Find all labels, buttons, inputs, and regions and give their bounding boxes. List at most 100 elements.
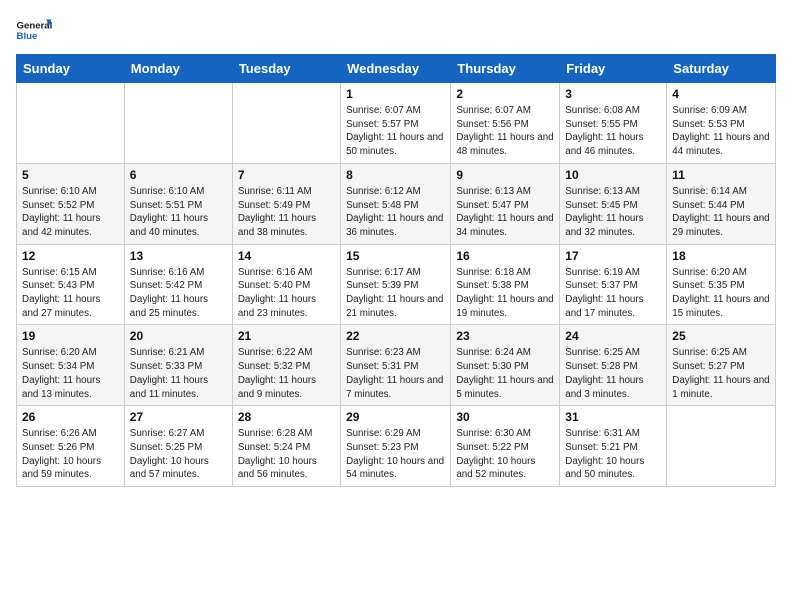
day-info: Sunrise: 6:08 AMSunset: 5:55 PMDaylight:… bbox=[565, 104, 661, 159]
day-info: Sunrise: 6:25 AMSunset: 5:27 PMDaylight:… bbox=[672, 346, 770, 401]
calendar-cell: 20Sunrise: 6:21 AMSunset: 5:33 PMDayligh… bbox=[124, 325, 232, 406]
day-info: Sunrise: 6:07 AMSunset: 5:56 PMDaylight:… bbox=[456, 104, 554, 159]
column-header-friday: Friday bbox=[560, 55, 667, 83]
day-number: 10 bbox=[565, 168, 661, 182]
day-number: 14 bbox=[238, 249, 335, 263]
day-info: Sunrise: 6:31 AMSunset: 5:21 PMDaylight:… bbox=[565, 427, 661, 482]
calendar-cell: 18 Sunrise: 6:20 AMSunset: 5:35 PMDayligh… bbox=[667, 244, 776, 325]
day-info: Sunrise: 6:13 AMSunset: 5:45 PMDaylight:… bbox=[565, 185, 661, 240]
day-info: Sunrise: 6:24 AMSunset: 5:30 PMDaylight:… bbox=[456, 346, 554, 401]
calendar-week-row: 1 Sunrise: 6:07 AMSunset: 5:57 PMDaylight… bbox=[17, 83, 776, 164]
day-number: 5 bbox=[22, 168, 119, 182]
day-info: Sunrise: 6:16 AMSunset: 5:40 PMDaylight:… bbox=[238, 266, 335, 321]
day-info: Sunrise: 6:23 AMSunset: 5:31 PMDaylight:… bbox=[346, 346, 445, 401]
day-number: 13 bbox=[130, 249, 227, 263]
calendar-cell: 14 Sunrise: 6:16 AMSunset: 5:40 PMDayligh… bbox=[232, 244, 340, 325]
day-info: Sunrise: 6:20 AMSunset: 5:35 PMDaylight:… bbox=[672, 266, 770, 321]
day-info: Sunrise: 6:11 AMSunset: 5:49 PMDaylight:… bbox=[238, 185, 335, 240]
calendar-cell bbox=[124, 83, 232, 164]
day-number: 1 bbox=[346, 87, 445, 101]
calendar-cell: 4 Sunrise: 6:09 AMSunset: 5:53 PMDaylight… bbox=[667, 83, 776, 164]
svg-text:General: General bbox=[17, 20, 53, 31]
column-header-tuesday: Tuesday bbox=[232, 55, 340, 83]
calendar-cell: 1 Sunrise: 6:07 AMSunset: 5:57 PMDaylight… bbox=[341, 83, 451, 164]
calendar-cell: 7 Sunrise: 6:11 AMSunset: 5:49 PMDaylight… bbox=[232, 163, 340, 244]
column-header-sunday: Sunday bbox=[17, 55, 125, 83]
day-number: 22 bbox=[346, 329, 445, 343]
day-info: Sunrise: 6:18 AMSunset: 5:38 PMDaylight:… bbox=[456, 266, 554, 321]
day-info: Sunrise: 6:12 AMSunset: 5:48 PMDaylight:… bbox=[346, 185, 445, 240]
calendar-cell bbox=[667, 406, 776, 487]
day-number: 31 bbox=[565, 410, 661, 424]
calendar-cell bbox=[232, 83, 340, 164]
day-info: Sunrise: 6:10 AMSunset: 5:52 PMDaylight:… bbox=[22, 185, 119, 240]
day-number: 9 bbox=[456, 168, 554, 182]
calendar-cell: 10 Sunrise: 6:13 AMSunset: 5:45 PMDayligh… bbox=[560, 163, 667, 244]
calendar-week-row: 19 Sunrise: 6:20 AMSunset: 5:34 PMDayligh… bbox=[17, 325, 776, 406]
day-number: 2 bbox=[456, 87, 554, 101]
day-info: Sunrise: 6:25 AMSunset: 5:28 PMDaylight:… bbox=[565, 346, 661, 401]
day-info: Sunrise: 6:30 AMSunset: 5:22 PMDaylight:… bbox=[456, 427, 554, 482]
calendar-cell: 6 Sunrise: 6:10 AMSunset: 5:51 PMDaylight… bbox=[124, 163, 232, 244]
day-number: 19 bbox=[22, 329, 119, 343]
calendar-cell: 22 Sunrise: 6:23 AMSunset: 5:31 PMDayligh… bbox=[341, 325, 451, 406]
day-number: 8 bbox=[346, 168, 445, 182]
day-number: 29 bbox=[346, 410, 445, 424]
svg-text:Blue: Blue bbox=[17, 31, 38, 42]
day-number: 27 bbox=[130, 410, 227, 424]
logo: General Blue bbox=[16, 16, 52, 44]
calendar-cell: 28 Sunrise: 6:28 AMSunset: 5:24 PMDayligh… bbox=[232, 406, 340, 487]
day-number: 15 bbox=[346, 249, 445, 263]
calendar-cell: 8 Sunrise: 6:12 AMSunset: 5:48 PMDaylight… bbox=[341, 163, 451, 244]
calendar-cell: 12Sunrise: 6:15 AMSunset: 5:43 PMDayligh… bbox=[17, 244, 125, 325]
day-number: 25 bbox=[672, 329, 770, 343]
day-number: 11 bbox=[672, 168, 770, 182]
day-info: Sunrise: 6:07 AMSunset: 5:57 PMDaylight:… bbox=[346, 104, 445, 159]
day-number: 28 bbox=[238, 410, 335, 424]
calendar-cell: 17 Sunrise: 6:19 AMSunset: 5:37 PMDayligh… bbox=[560, 244, 667, 325]
calendar-cell: 2 Sunrise: 6:07 AMSunset: 5:56 PMDaylight… bbox=[451, 83, 560, 164]
general-blue-icon: General Blue bbox=[16, 16, 52, 44]
day-info: Sunrise: 6:26 AMSunset: 5:26 PMDaylight:… bbox=[22, 427, 119, 482]
calendar-cell: 13 Sunrise: 6:16 AMSunset: 5:42 PMDayligh… bbox=[124, 244, 232, 325]
day-info: Sunrise: 6:19 AMSunset: 5:37 PMDaylight:… bbox=[565, 266, 661, 321]
day-number: 24 bbox=[565, 329, 661, 343]
day-info: Sunrise: 6:16 AMSunset: 5:42 PMDaylight:… bbox=[130, 266, 227, 321]
day-number: 18 bbox=[672, 249, 770, 263]
day-number: 4 bbox=[672, 87, 770, 101]
column-header-thursday: Thursday bbox=[451, 55, 560, 83]
calendar-cell: 3Sunrise: 6:08 AMSunset: 5:55 PMDaylight… bbox=[560, 83, 667, 164]
calendar-cell: 11 Sunrise: 6:14 AMSunset: 5:44 PMDayligh… bbox=[667, 163, 776, 244]
day-info: Sunrise: 6:13 AMSunset: 5:47 PMDaylight:… bbox=[456, 185, 554, 240]
calendar-cell: 5 Sunrise: 6:10 AMSunset: 5:52 PMDaylight… bbox=[17, 163, 125, 244]
calendar-header-row: SundayMondayTuesdayWednesdayThursdayFrid… bbox=[17, 55, 776, 83]
day-number: 26 bbox=[22, 410, 119, 424]
day-number: 7 bbox=[238, 168, 335, 182]
day-info: Sunrise: 6:10 AMSunset: 5:51 PMDaylight:… bbox=[130, 185, 227, 240]
calendar-week-row: 26 Sunrise: 6:26 AMSunset: 5:26 PMDayligh… bbox=[17, 406, 776, 487]
day-info: Sunrise: 6:28 AMSunset: 5:24 PMDaylight:… bbox=[238, 427, 335, 482]
calendar-cell: 23 Sunrise: 6:24 AMSunset: 5:30 PMDayligh… bbox=[451, 325, 560, 406]
day-info: Sunrise: 6:15 AMSunset: 5:43 PMDaylight:… bbox=[22, 266, 119, 321]
day-info: Sunrise: 6:27 AMSunset: 5:25 PMDaylight:… bbox=[130, 427, 227, 482]
day-info: Sunrise: 6:14 AMSunset: 5:44 PMDaylight:… bbox=[672, 185, 770, 240]
day-number: 30 bbox=[456, 410, 554, 424]
calendar-cell: 26 Sunrise: 6:26 AMSunset: 5:26 PMDayligh… bbox=[17, 406, 125, 487]
day-info: Sunrise: 6:20 AMSunset: 5:34 PMDaylight:… bbox=[22, 346, 119, 401]
calendar-cell: 29Sunrise: 6:29 AMSunset: 5:23 PMDayligh… bbox=[341, 406, 451, 487]
calendar-week-row: 5 Sunrise: 6:10 AMSunset: 5:52 PMDaylight… bbox=[17, 163, 776, 244]
day-number: 6 bbox=[130, 168, 227, 182]
column-header-wednesday: Wednesday bbox=[341, 55, 451, 83]
calendar-table: SundayMondayTuesdayWednesdayThursdayFrid… bbox=[16, 54, 776, 487]
calendar-cell: 27 Sunrise: 6:27 AMSunset: 5:25 PMDayligh… bbox=[124, 406, 232, 487]
page-header: General Blue bbox=[16, 16, 776, 44]
day-info: Sunrise: 6:09 AMSunset: 5:53 PMDaylight:… bbox=[672, 104, 770, 159]
calendar-cell: 21Sunrise: 6:22 AMSunset: 5:32 PMDayligh… bbox=[232, 325, 340, 406]
calendar-cell: 16Sunrise: 6:18 AMSunset: 5:38 PMDayligh… bbox=[451, 244, 560, 325]
day-number: 17 bbox=[565, 249, 661, 263]
calendar-cell: 19 Sunrise: 6:20 AMSunset: 5:34 PMDayligh… bbox=[17, 325, 125, 406]
calendar-cell: 9 Sunrise: 6:13 AMSunset: 5:47 PMDaylight… bbox=[451, 163, 560, 244]
calendar-cell: 15 Sunrise: 6:17 AMSunset: 5:39 PMDayligh… bbox=[341, 244, 451, 325]
day-info: Sunrise: 6:17 AMSunset: 5:39 PMDaylight:… bbox=[346, 266, 445, 321]
day-number: 23 bbox=[456, 329, 554, 343]
